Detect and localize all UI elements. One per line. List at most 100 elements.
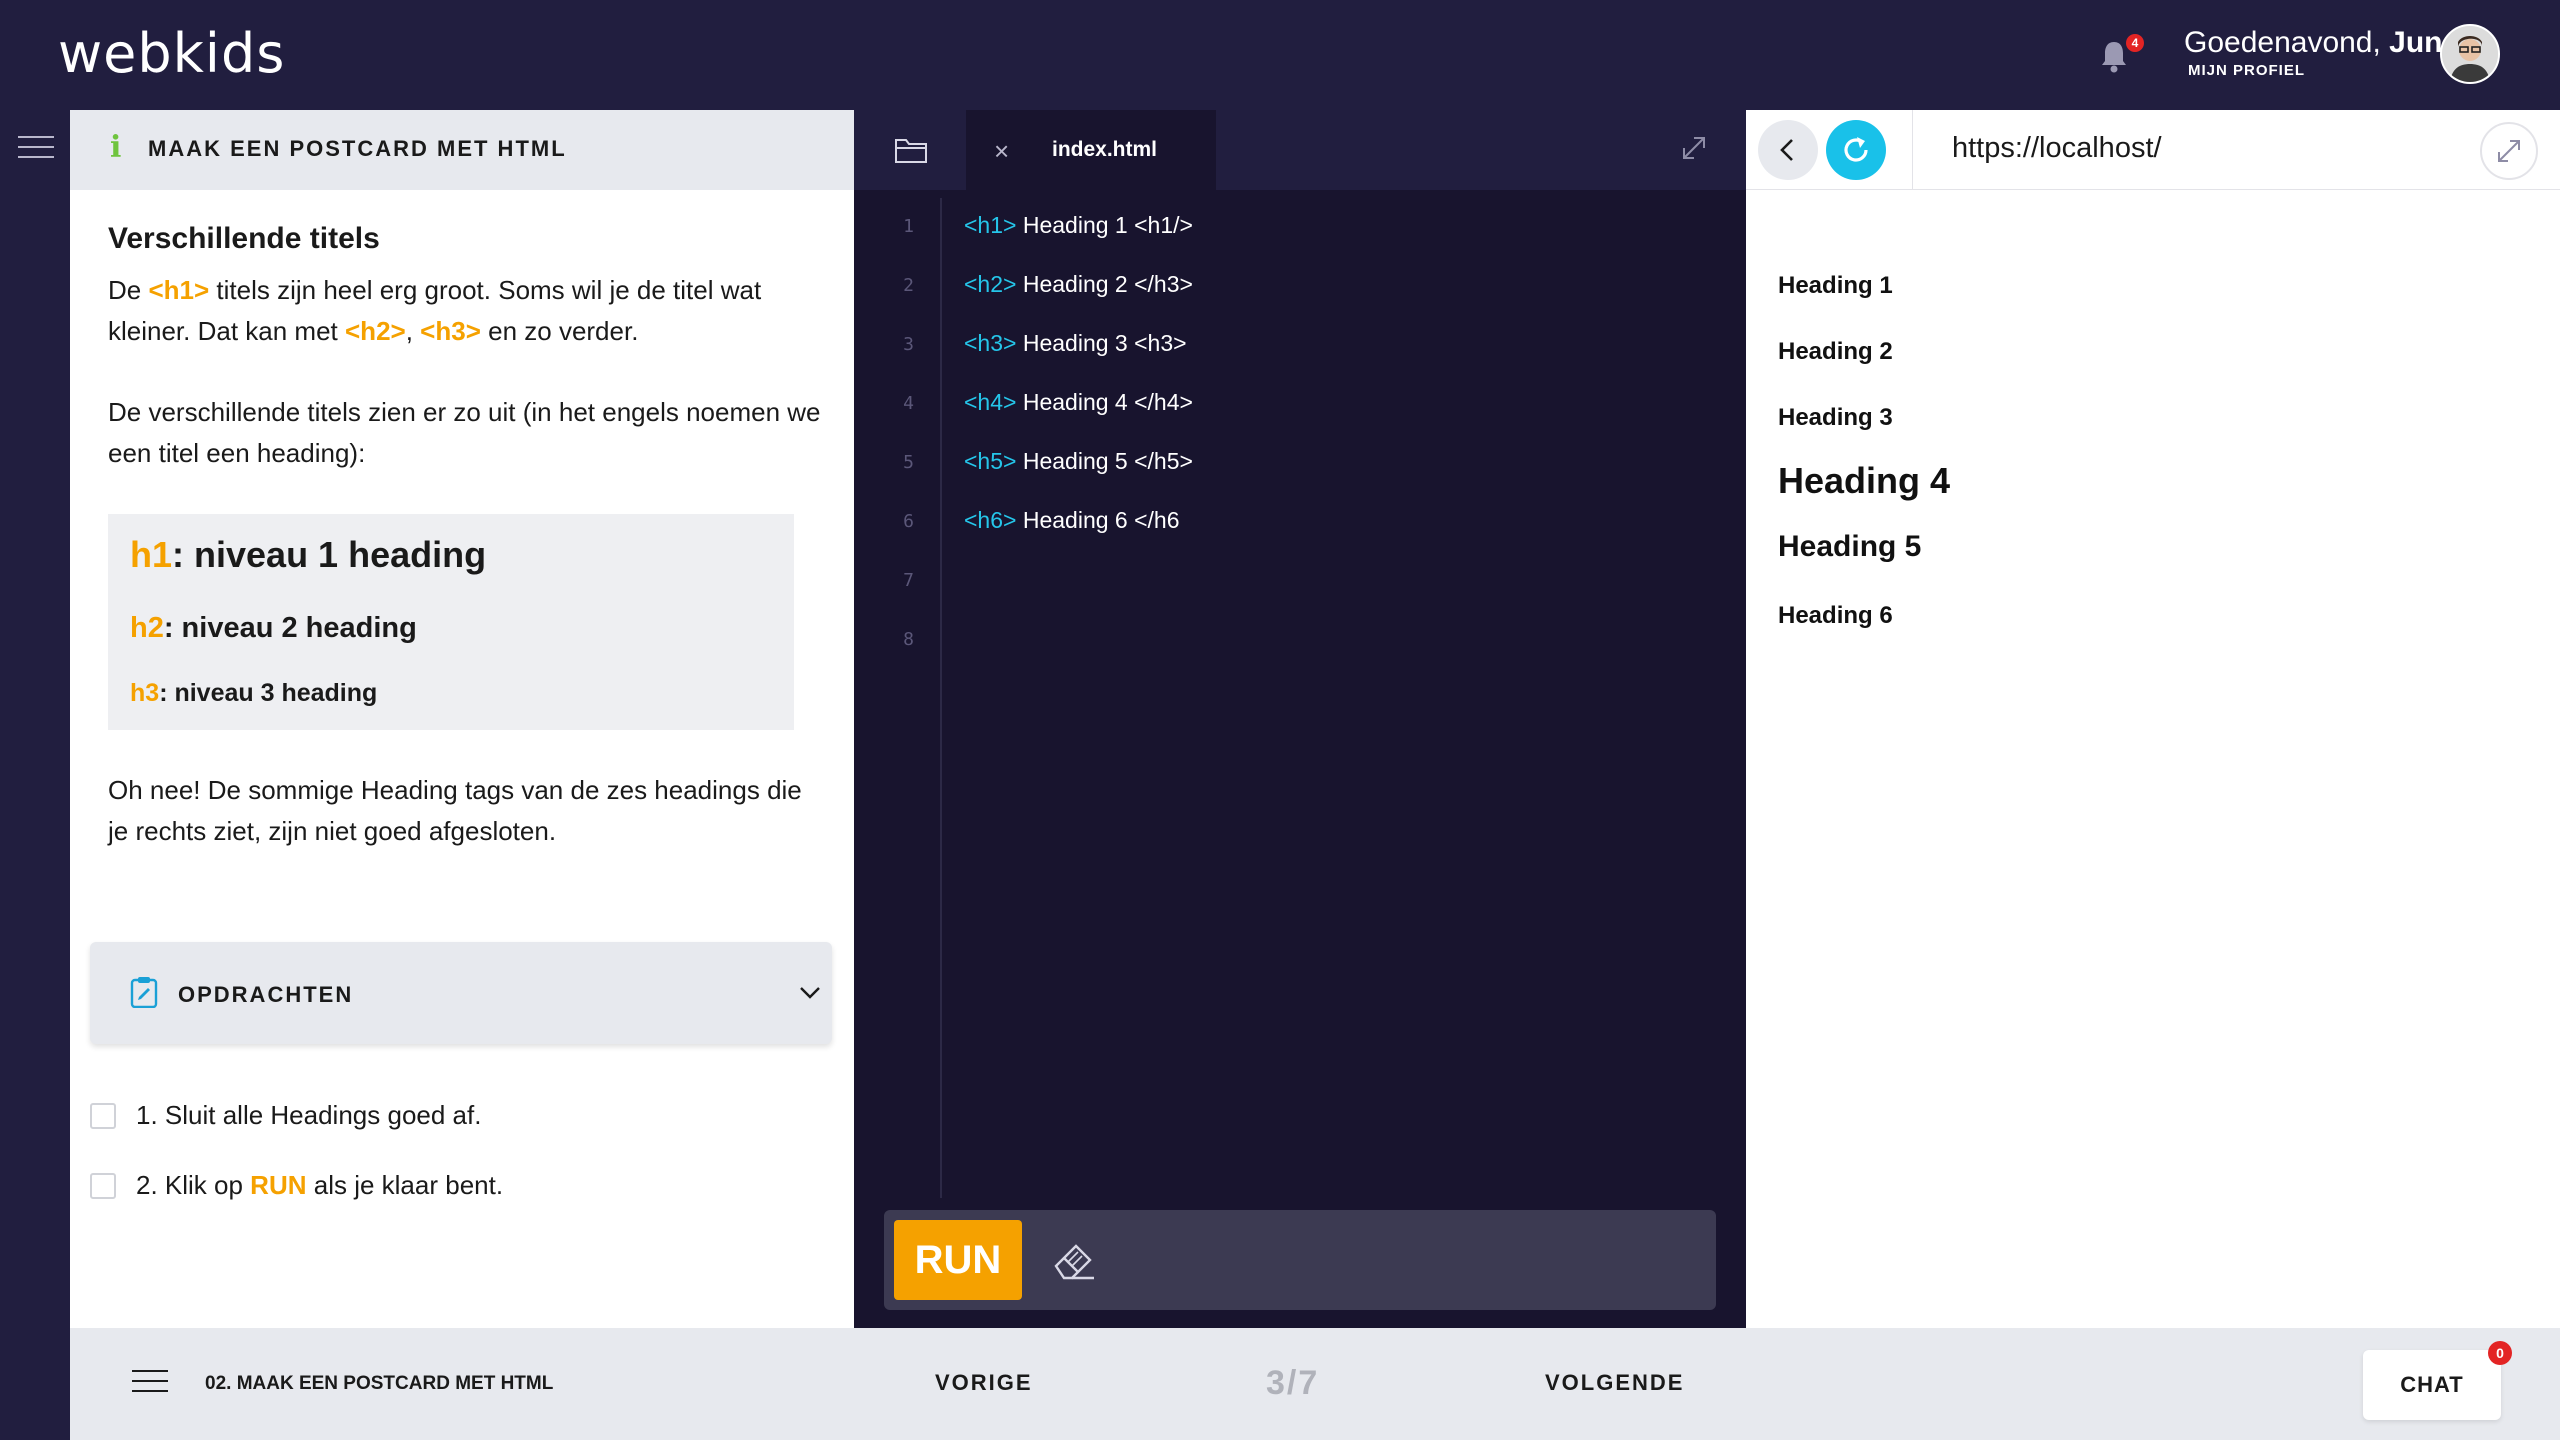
url-field[interactable]: https://localhost/	[1952, 132, 2162, 165]
code-line[interactable]: 7	[854, 562, 1746, 602]
tab-label: index.html	[1052, 138, 1158, 161]
preview-heading-6: Heading 6	[1778, 602, 1893, 629]
webkids-logo[interactable]: webkids	[58, 22, 285, 85]
assignments-title: OPDRACHTEN	[178, 982, 354, 1007]
clipboard-icon	[130, 977, 158, 1008]
task-text: 2. Klik op RUN als je klaar bent.	[136, 1170, 503, 1201]
code-rest: Heading 6 </h6	[1016, 507, 1180, 533]
next-button[interactable]: VOLGENDE	[1545, 1370, 1684, 1396]
code-line[interactable]: 3 <h3> Heading 3 <h3>	[854, 326, 1746, 366]
eraser-icon[interactable]	[1050, 1236, 1098, 1284]
browser-preview: https://localhost/ Heading 1 Heading 2 H…	[1746, 110, 2560, 1328]
code-rest: Heading 1 <h1/>	[1016, 212, 1193, 238]
profile-link[interactable]: MIJN PROFIEL	[2188, 62, 2305, 79]
line-number: 1	[903, 216, 914, 237]
line-number: 6	[903, 511, 914, 532]
expand-icon[interactable]	[1680, 134, 1708, 162]
code-tag: <h2>	[964, 271, 1017, 297]
notification-badge: 4	[2126, 34, 2144, 52]
level-1-example: h1: niveau 1 heading	[130, 534, 772, 576]
preview-heading-1: Heading 1	[1778, 272, 1893, 299]
task-checkbox[interactable]	[90, 1172, 116, 1199]
level-key: h1	[130, 534, 173, 575]
info-icon: i	[110, 130, 122, 165]
text: en zo verder.	[480, 316, 639, 346]
chat-button[interactable]: CHAT	[2363, 1350, 2501, 1420]
folder-icon[interactable]	[894, 136, 928, 164]
assignments-accordion[interactable]: OPDRACHTEN	[90, 942, 832, 1044]
chevron-left-icon	[1780, 139, 1793, 161]
paragraph-headings: De verschillende titels zien er zo uit (…	[108, 397, 821, 468]
code-line[interactable]: 6 <h6> Heading 6 </h6	[854, 503, 1746, 543]
line-number: 5	[903, 452, 914, 473]
level-text: : niveau 1 heading	[172, 534, 487, 575]
code-tag: <h5>	[964, 448, 1017, 474]
chat-badge: 0	[2488, 1341, 2512, 1365]
code-line[interactable]: 5 <h5> Heading 5 </h5>	[854, 444, 1746, 484]
tag-h3: <h3>	[420, 316, 481, 346]
code-text: <h3> Heading 3 <h3>	[964, 330, 1187, 357]
code-tag: <h6>	[964, 507, 1017, 533]
code-tag: <h1>	[964, 212, 1017, 238]
lesson-content: Verschillende titels De <h1> titels zijn…	[108, 222, 828, 852]
greeting-prefix: Goedenavond,	[2184, 26, 2390, 59]
code-rest: Heading 2 </h3>	[1016, 271, 1193, 297]
line-number: 3	[903, 334, 914, 355]
line-number: 8	[903, 629, 914, 650]
menu-icon[interactable]	[18, 136, 54, 162]
lesson-header: i MAAK EEN POSTCARD MET HTML	[70, 110, 854, 190]
text: De	[108, 275, 149, 305]
code-tag: <h4>	[964, 389, 1017, 415]
line-number: 7	[903, 570, 914, 591]
paragraph-problem: Oh nee! De sommige Heading tags van de z…	[108, 775, 802, 846]
level-key: h3	[130, 679, 160, 707]
code-rest: Heading 5 </h5>	[1016, 448, 1193, 474]
expand-preview-button[interactable]	[2480, 122, 2538, 180]
task-checkbox[interactable]	[90, 1102, 116, 1129]
code-text: <h5> Heading 5 </h5>	[964, 448, 1193, 475]
text: 2. Klik op	[136, 1170, 251, 1200]
tab-index-html[interactable]: × index.html	[966, 110, 1216, 190]
tag-h1: <h1>	[148, 275, 210, 305]
task-item: 2. Klik op RUN als je klaar bent.	[90, 1170, 503, 1201]
preview-heading-4: Heading 4	[1778, 460, 1951, 501]
run-toolbar: RUN	[884, 1210, 1716, 1310]
left-rail	[0, 110, 70, 1440]
code-rest: Heading 3 <h3>	[1016, 330, 1187, 356]
run-button[interactable]: RUN	[894, 1220, 1022, 1300]
run-keyword: RUN	[250, 1170, 307, 1200]
code-line[interactable]: 8	[854, 621, 1746, 661]
editor-toolbar: × index.html	[854, 110, 1746, 190]
line-number: 2	[903, 275, 914, 296]
preview-heading-2: Heading 2	[1778, 338, 1893, 365]
avatar[interactable]	[2440, 24, 2500, 84]
code-line[interactable]: 2 <h2> Heading 2 </h3>	[854, 267, 1746, 307]
code-line[interactable]: 1 <h1> Heading 1 <h1/>	[854, 208, 1746, 248]
code-text: <h1> Heading 1 <h1/>	[964, 212, 1193, 239]
preview-toolbar: https://localhost/	[1746, 110, 2560, 190]
close-icon[interactable]: ×	[994, 136, 1009, 167]
user-name: Jun	[2389, 26, 2443, 59]
paragraph-intro: De <h1> titels zijn heel erg groot. Soms…	[108, 270, 828, 352]
lesson-menu-icon[interactable]	[132, 1370, 168, 1396]
previous-button[interactable]: VORIGE	[935, 1370, 1033, 1396]
refresh-icon	[1844, 137, 1868, 162]
lesson-title: MAAK EEN POSTCARD MET HTML	[148, 136, 567, 161]
code-editor: × index.html 1 <h1> Heading 1 <h1/> 2 <h2>…	[854, 110, 1746, 1328]
section-heading: Verschillende titels	[108, 222, 380, 255]
tag-h2: <h2>	[345, 316, 406, 346]
task-text: 1. Sluit alle Headings goed af.	[136, 1100, 482, 1130]
course-title: 02. MAAK EEN POSTCARD MET HTML	[205, 1373, 554, 1394]
level-text: : niveau 2 heading	[163, 612, 417, 644]
expand-icon	[2498, 140, 2520, 162]
code-line[interactable]: 4 <h4> Heading 4 </h4>	[854, 385, 1746, 425]
bottom-bar: 02. MAAK EEN POSTCARD MET HTML VORIGE 3/…	[70, 1328, 2560, 1440]
chevron-down-icon[interactable]	[798, 980, 822, 1004]
refresh-button[interactable]	[1826, 120, 1886, 180]
greeting: Goedenavond, Jun	[2184, 26, 2443, 60]
page-indicator: 3/7	[1266, 1364, 1320, 1402]
line-number: 4	[903, 393, 914, 414]
back-button[interactable]	[1758, 120, 1818, 180]
code-text: <h4> Heading 4 </h4>	[964, 389, 1193, 416]
preview-heading-5: Heading 5	[1778, 530, 1922, 563]
